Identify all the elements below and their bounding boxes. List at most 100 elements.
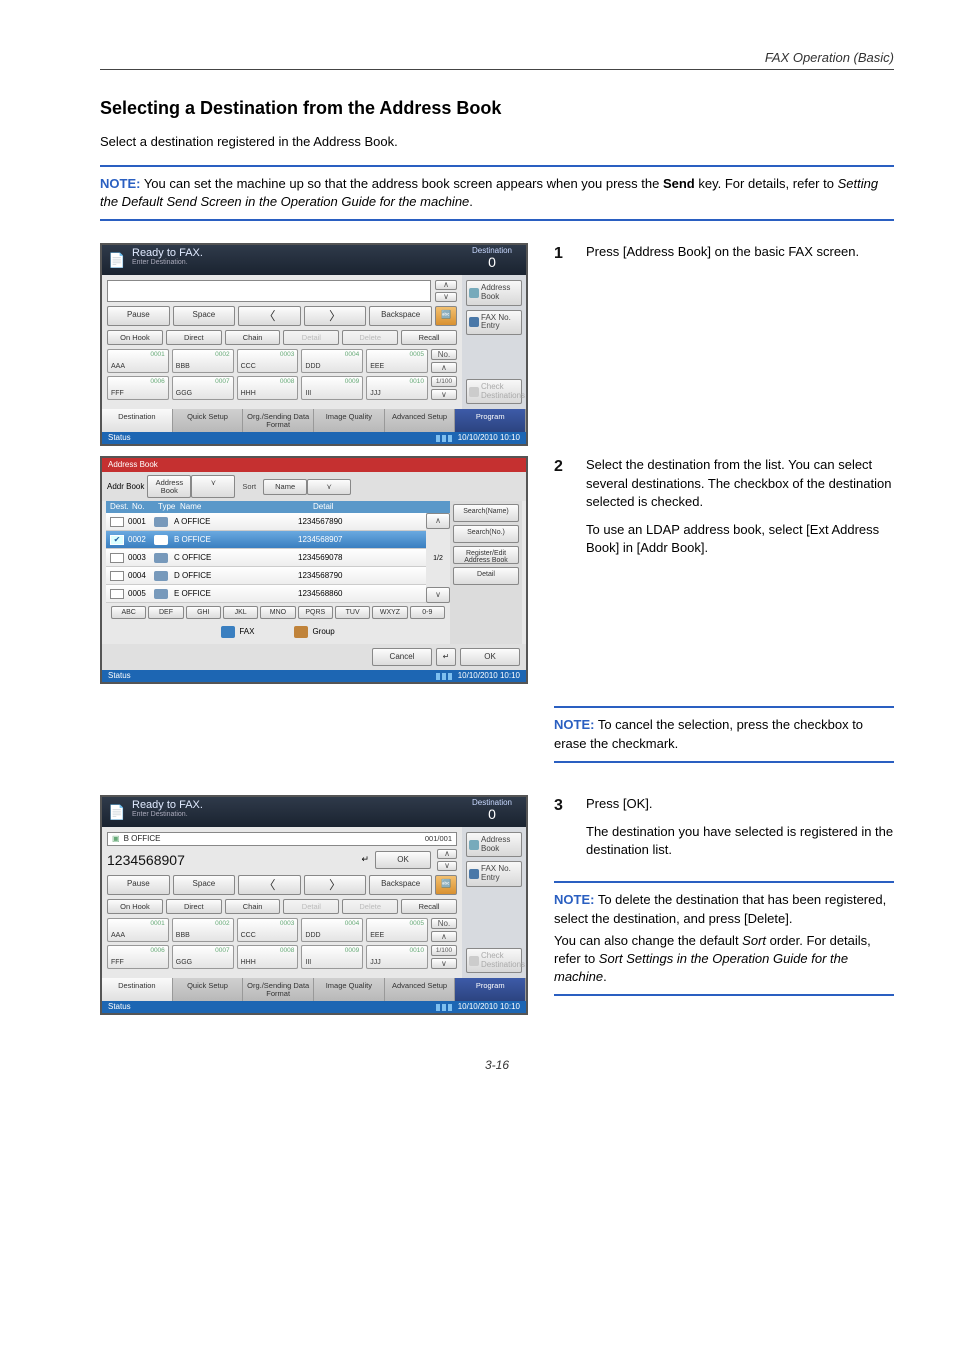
one-touch-key[interactable]: 0001AAA <box>107 349 169 373</box>
chain-button[interactable]: Chain <box>225 330 281 346</box>
recall-button[interactable]: Recall <box>401 899 457 915</box>
check-destinations-button[interactable]: Check Destinations <box>466 948 522 974</box>
bottom-tab[interactable]: Org./Sending Data Format <box>243 409 314 432</box>
recall-button[interactable]: Recall <box>401 330 457 346</box>
list-up-button[interactable]: ∧ <box>426 513 450 529</box>
bottom-tab[interactable]: Advanced Setup <box>385 409 456 432</box>
backspace-button[interactable]: Backspace <box>369 306 432 326</box>
one-touch-key[interactable]: 0009III <box>301 945 363 969</box>
one-touch-key[interactable]: 0008HHH <box>237 376 299 400</box>
status-label[interactable]: Status <box>108 672 131 680</box>
no-button[interactable]: No. <box>431 918 457 929</box>
letter-filter-button[interactable]: 0-9 <box>410 606 445 619</box>
status-label[interactable]: Status <box>108 1003 131 1011</box>
on-hook-button[interactable]: On Hook <box>107 330 163 346</box>
scroll-down-button[interactable]: ∨ <box>435 292 457 302</box>
direct-button[interactable]: Direct <box>166 330 222 346</box>
bottom-tab[interactable]: Quick Setup <box>173 978 244 1001</box>
ab-side-button[interactable]: Register/Edit Address Book <box>453 546 519 564</box>
abc-keypad-button[interactable]: 🔤 <box>435 306 457 326</box>
address-row[interactable]: 0005E OFFICE1234568860 <box>106 585 426 603</box>
one-touch-key[interactable]: 0004DDD <box>301 918 363 942</box>
one-touch-key[interactable]: 0007GGG <box>172 376 234 400</box>
page-up-button[interactable]: ∧ <box>431 362 457 373</box>
sort-select[interactable]: Name <box>263 479 307 495</box>
check-destinations-button[interactable]: Check Destinations <box>466 379 522 405</box>
letter-filter-button[interactable]: WXYZ <box>372 606 407 619</box>
bottom-tab[interactable]: Destination <box>102 409 173 432</box>
letter-filter-button[interactable]: PQRS <box>298 606 333 619</box>
direct-button[interactable]: Direct <box>166 899 222 915</box>
cursor-left-button[interactable]: 〈 <box>238 306 301 326</box>
one-touch-key[interactable]: 0005EEE <box>366 918 428 942</box>
one-touch-key[interactable]: 0008HHH <box>237 945 299 969</box>
no-button[interactable]: No. <box>431 349 457 360</box>
type-fax-button[interactable]: FAX <box>221 626 254 638</box>
one-touch-key[interactable]: 0002BBB <box>172 349 234 373</box>
detail-button[interactable]: Detail <box>283 330 339 346</box>
one-touch-key[interactable]: 0010JJJ <box>366 376 428 400</box>
page-down-button[interactable]: ∨ <box>431 958 457 969</box>
addr-book-select[interactable]: Address Book <box>147 475 191 498</box>
ab-side-button[interactable]: Search(Name) <box>453 504 519 522</box>
one-touch-key[interactable]: 0003CCC <box>237 918 299 942</box>
one-touch-key[interactable]: 0007GGG <box>172 945 234 969</box>
letter-filter-button[interactable]: GHI <box>186 606 221 619</box>
one-touch-key[interactable]: 0009III <box>301 376 363 400</box>
list-down-button[interactable]: ∨ <box>426 587 450 603</box>
row-checkbox[interactable] <box>110 589 124 599</box>
bottom-tab[interactable]: Program <box>455 409 526 432</box>
type-group-button[interactable]: Group <box>294 626 334 638</box>
cursor-right-button[interactable]: 〉 <box>304 306 367 326</box>
fax-no-entry-button[interactable]: FAX No. Entry <box>466 310 522 336</box>
cursor-right-button[interactable]: 〉 <box>304 875 367 895</box>
one-touch-key[interactable]: 0010JJJ <box>366 945 428 969</box>
space-button[interactable]: Space <box>173 875 236 895</box>
one-touch-key[interactable]: 0002BBB <box>172 918 234 942</box>
scroll-down-button[interactable]: ∨ <box>437 861 457 871</box>
ab-side-button[interactable]: Detail <box>453 567 519 585</box>
bottom-tab[interactable]: Image Quality <box>314 978 385 1001</box>
page-down-button[interactable]: ∨ <box>431 389 457 400</box>
sort-dropdown-button[interactable]: ⋎ <box>307 479 351 495</box>
detail-button[interactable]: Detail <box>283 899 339 915</box>
one-touch-key[interactable]: 0001AAA <box>107 918 169 942</box>
chain-button[interactable]: Chain <box>225 899 281 915</box>
pause-button[interactable]: Pause <box>107 306 170 326</box>
letter-filter-button[interactable]: ABC <box>111 606 146 619</box>
status-label[interactable]: Status <box>108 434 131 442</box>
address-book-button[interactable]: Address Book <box>466 832 522 858</box>
on-hook-button[interactable]: On Hook <box>107 899 163 915</box>
bottom-tab[interactable]: Org./Sending Data Format <box>243 978 314 1001</box>
address-book-button[interactable]: Address Book <box>466 280 522 306</box>
bottom-tab[interactable]: Image Quality <box>314 409 385 432</box>
page-up-button[interactable]: ∧ <box>431 931 457 942</box>
scroll-up-button[interactable]: ∧ <box>437 849 457 859</box>
enter-icon-button[interactable]: ↵ <box>436 648 456 666</box>
address-row[interactable]: ✔0002B OFFICE1234568907 <box>106 531 426 549</box>
addr-book-dropdown-button[interactable]: ⋎ <box>191 475 235 498</box>
address-row[interactable]: 0001A OFFICE1234567890 <box>106 513 426 531</box>
number-ok-button[interactable]: OK <box>375 851 431 869</box>
bottom-tab[interactable]: Program <box>455 978 526 1001</box>
abc-keypad-button[interactable]: 🔤 <box>435 875 457 895</box>
address-row[interactable]: 0003C OFFICE1234569078 <box>106 549 426 567</box>
bottom-tab[interactable]: Quick Setup <box>173 409 244 432</box>
one-touch-key[interactable]: 0005EEE <box>366 349 428 373</box>
ab-side-button[interactable]: Search(No.) <box>453 525 519 543</box>
one-touch-key[interactable]: 0003CCC <box>237 349 299 373</box>
bottom-tab[interactable]: Destination <box>102 978 173 1001</box>
row-checkbox[interactable] <box>110 553 124 563</box>
row-checkbox[interactable]: ✔ <box>110 535 124 545</box>
row-checkbox[interactable] <box>110 517 124 527</box>
letter-filter-button[interactable]: DEF <box>148 606 183 619</box>
one-touch-key[interactable]: 0006FFF <box>107 376 169 400</box>
letter-filter-button[interactable]: JKL <box>223 606 258 619</box>
space-button[interactable]: Space <box>173 306 236 326</box>
row-checkbox[interactable] <box>110 571 124 581</box>
letter-filter-button[interactable]: MNO <box>260 606 295 619</box>
cursor-left-button[interactable]: 〈 <box>238 875 301 895</box>
delete-button[interactable]: Delete <box>342 330 398 346</box>
backspace-button[interactable]: Backspace <box>369 875 432 895</box>
fax-no-entry-button[interactable]: FAX No. Entry <box>466 861 522 887</box>
